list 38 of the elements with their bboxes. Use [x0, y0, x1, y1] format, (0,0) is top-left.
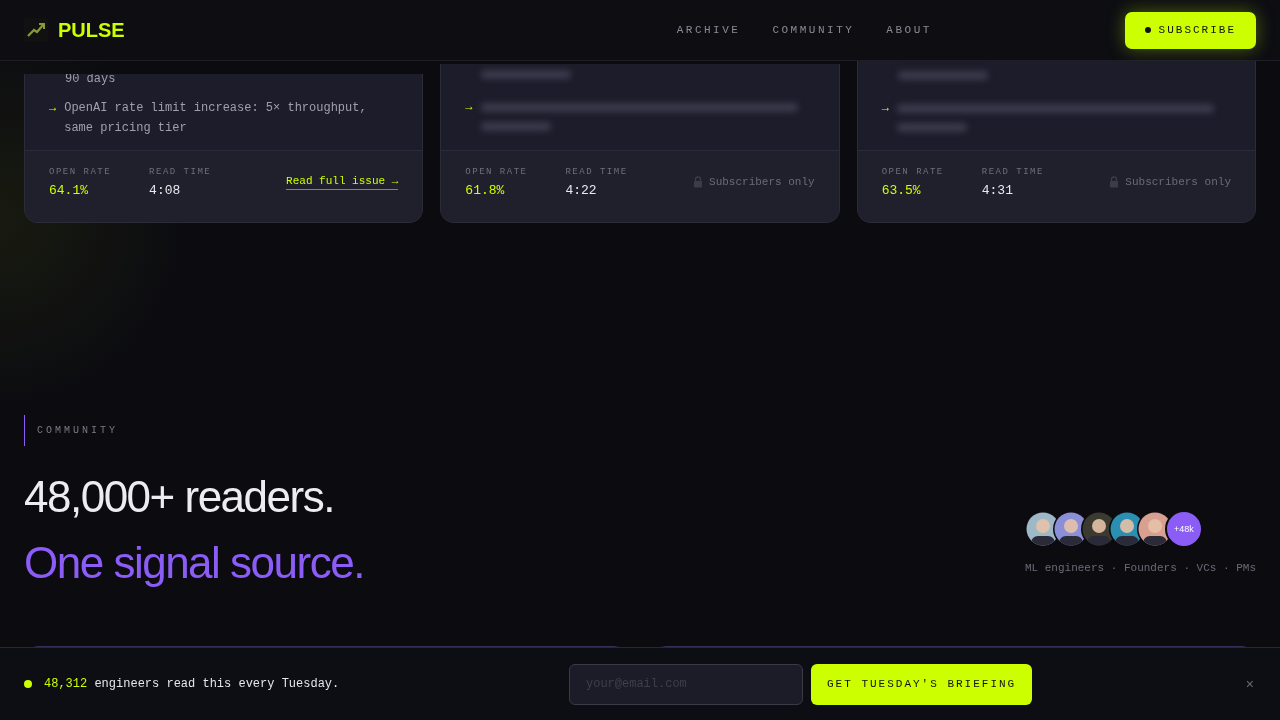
- redacted-line: [480, 122, 551, 131]
- subscribers-only-label: Subscribers only: [709, 176, 815, 188]
- bullet-text: OpenAI rate limit increase: 5× throughput, same pricing tier: [64, 100, 368, 137]
- stat-label: READ TIME: [565, 167, 628, 177]
- stat-label: OPEN RATE: [465, 167, 528, 177]
- nav-link[interactable]: ABOUT: [886, 24, 932, 36]
- stat-label: READ TIME: [149, 167, 212, 177]
- nav-link[interactable]: ARCHIVE: [676, 24, 741, 36]
- stat-value: 4:22: [565, 183, 598, 198]
- subscribe-button[interactable]: SUBSCRIBE: [1124, 11, 1256, 49]
- arrow-icon: →: [881, 98, 889, 118]
- read-issue-link[interactable]: Read full issue →: [286, 175, 399, 190]
- stat-value: 4:08: [149, 183, 182, 198]
- stat-value: 61.8%: [465, 183, 506, 198]
- stat-label: OPEN RATE: [881, 167, 944, 177]
- bullet-text: 90 days: [64, 74, 117, 88]
- reader-count-text: 48,312 engineers read this every Tuesday.: [44, 677, 340, 691]
- nav-link[interactable]: COMMUNITY: [772, 24, 855, 36]
- subscribers-only-label: Subscribers only: [1125, 176, 1231, 188]
- status-dot: [24, 680, 32, 688]
- stat-label: OPEN RATE: [49, 167, 112, 177]
- section-subheading: One signal source.: [24, 537, 364, 589]
- section-label: COMMUNITY: [24, 415, 364, 446]
- arrow-icon: →: [465, 97, 473, 117]
- section-heading: 48,000+ readers.: [24, 471, 335, 523]
- stat-value: 4:31: [981, 183, 1014, 198]
- lock-icon: [1109, 176, 1120, 188]
- close-button[interactable]: ×: [1243, 676, 1256, 692]
- stat-label: READ TIME: [981, 167, 1044, 177]
- stat-value: 64.1%: [49, 183, 89, 198]
- reader-count-badge: +48k: [1164, 510, 1203, 548]
- arrow-icon: →: [49, 98, 57, 118]
- stat-value: 63.5%: [881, 183, 922, 198]
- lock-icon: [693, 176, 704, 188]
- audience-caption: ML engineers · Founders · VCs · PMs: [1024, 562, 1256, 574]
- brand-name[interactable]: PULSE: [58, 18, 125, 42]
- redacted-line: [896, 123, 967, 132]
- briefing-button[interactable]: GET TUESDAY'S BRIEFING: [811, 663, 1033, 705]
